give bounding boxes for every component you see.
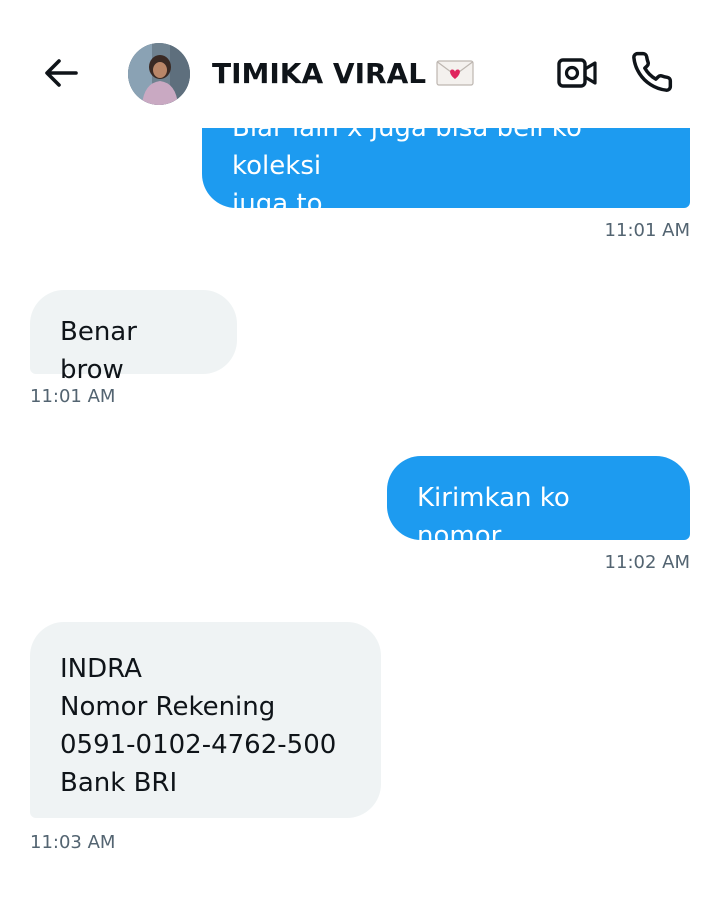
- message-bubble-incoming[interactable]: INDRA Nomor Rekening 0591-0102-4762-500 …: [30, 622, 381, 818]
- message-thread[interactable]: Biar lain x juga bisa beli ko koleksi ju…: [0, 0, 720, 900]
- video-call-button[interactable]: [556, 54, 598, 92]
- back-button[interactable]: [40, 52, 82, 94]
- contact-title[interactable]: TIMIKA VIRAL: [212, 52, 474, 94]
- contact-name: TIMIKA VIRAL: [212, 56, 427, 90]
- message-bubble-outgoing[interactable]: Kirimkan ko nomor: [387, 456, 690, 551]
- profile-photo: [128, 43, 190, 105]
- phone-icon: [632, 51, 673, 92]
- video-camera-icon: [557, 58, 597, 88]
- message-timestamp: 11:03 AM: [30, 832, 116, 853]
- message-timestamp: 11:01 AM: [30, 386, 116, 407]
- avatar[interactable]: [128, 43, 190, 105]
- conversation-header: TIMIKA VIRAL: [0, 0, 720, 128]
- voice-call-button[interactable]: [630, 50, 674, 94]
- message-timestamp: 11:02 AM: [604, 552, 690, 573]
- message-bubble-incoming[interactable]: Benar brow: [30, 290, 237, 385]
- love-letter-icon: [436, 60, 474, 86]
- arrow-left-icon: [45, 59, 78, 87]
- message-timestamp: 11:01 AM: [604, 220, 690, 241]
